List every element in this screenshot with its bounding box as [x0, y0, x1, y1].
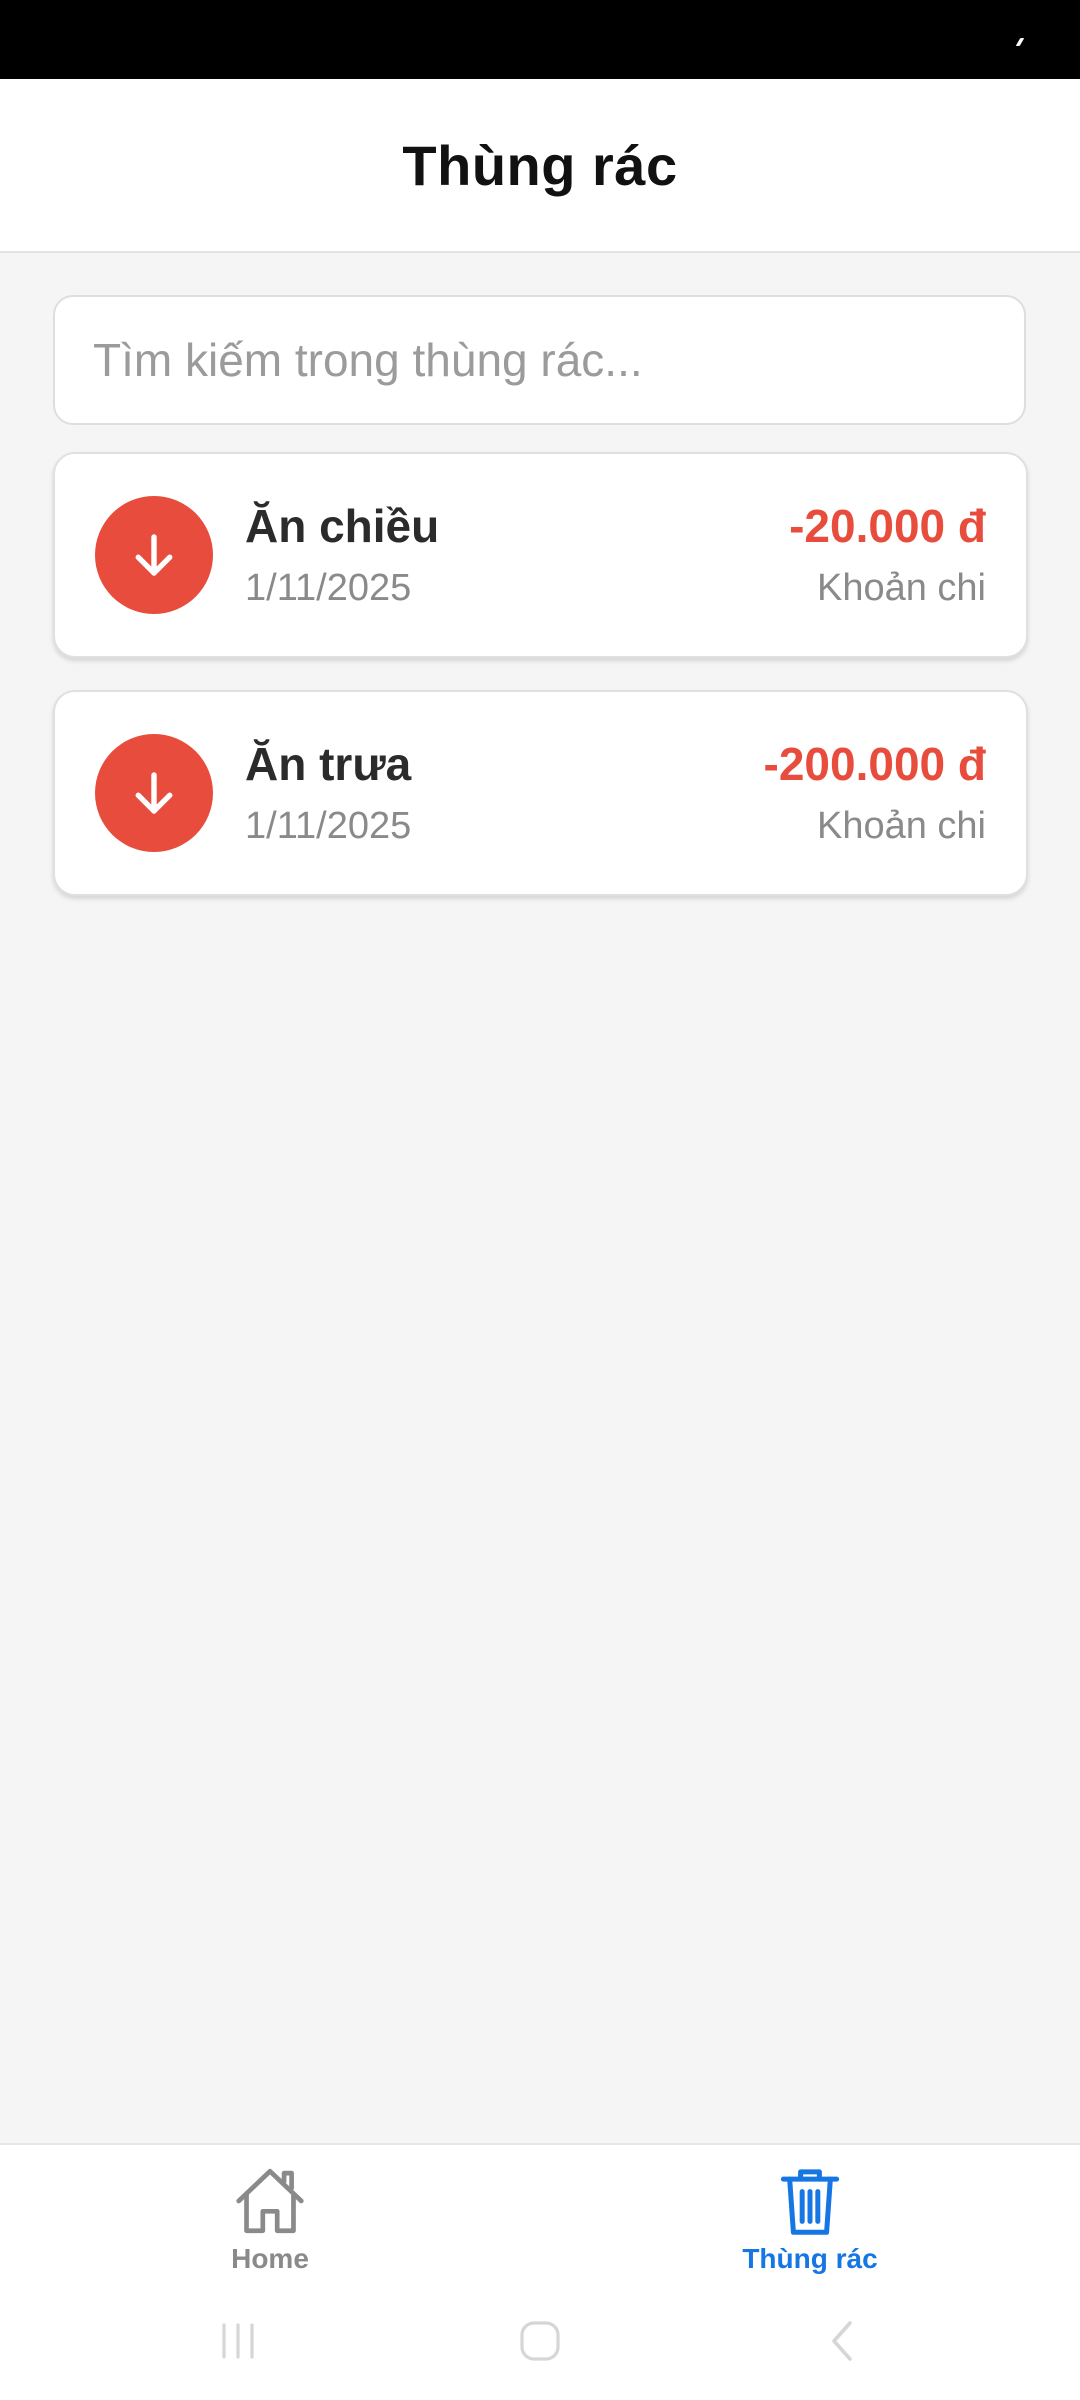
- nav-label-home: Home: [231, 2243, 309, 2274]
- back-icon[interactable]: [820, 2317, 868, 2365]
- transaction-date: 1/11/2025: [245, 566, 412, 609]
- status-indicator: [1015, 38, 1025, 46]
- bottom-nav: Home Thùng rác: [0, 2143, 1080, 2293]
- transaction-amount: -200.000 đ: [763, 738, 986, 791]
- expense-icon-circle: [95, 496, 213, 614]
- home-button-icon[interactable]: [516, 2317, 564, 2365]
- page-title: Thùng rác: [402, 133, 678, 197]
- arrow-down-icon: [135, 534, 173, 576]
- transaction-amount: -20.000 đ: [789, 500, 986, 553]
- transaction-card[interactable]: Ăn chiều 1/11/2025 -20.000 đ Khoản chi: [53, 452, 1028, 658]
- trash-icon: [780, 2169, 840, 2235]
- search-input[interactable]: [93, 333, 986, 387]
- transaction-card[interactable]: Ăn trưa 1/11/2025 -200.000 đ Khoản chi: [53, 690, 1028, 896]
- transaction-title: Ăn trưa: [245, 738, 412, 791]
- system-navigation-bar: [0, 2293, 1080, 2400]
- transaction-info: Ăn chiều 1/11/2025: [245, 500, 789, 610]
- transaction-type: Khoản chi: [816, 566, 986, 609]
- recents-icon[interactable]: [214, 2317, 262, 2365]
- expense-icon-circle: [95, 734, 213, 852]
- search-box[interactable]: [53, 295, 1026, 425]
- home-icon: [236, 2168, 304, 2234]
- transaction-date: 1/11/2025: [245, 804, 412, 847]
- arrow-down-icon: [135, 772, 173, 814]
- nav-label-trash: Thùng rác: [742, 2243, 878, 2274]
- app-header: Thùng rác: [0, 79, 1080, 253]
- nav-item-trash[interactable]: Thùng rác: [690, 2165, 930, 2275]
- transaction-type: Khoản chi: [816, 804, 986, 847]
- transaction-info: Ăn trưa 1/11/2025: [245, 738, 764, 848]
- transaction-summary: -20.000 đ Khoản chi: [789, 500, 986, 610]
- nav-item-home[interactable]: Home: [150, 2165, 390, 2275]
- transaction-summary: -200.000 đ Khoản chi: [764, 738, 986, 848]
- transaction-list: Ăn chiều 1/11/2025 -20.000 đ Khoản chi Ă…: [53, 452, 1028, 928]
- transaction-title: Ăn chiều: [245, 500, 440, 553]
- status-bar: [0, 0, 1080, 79]
